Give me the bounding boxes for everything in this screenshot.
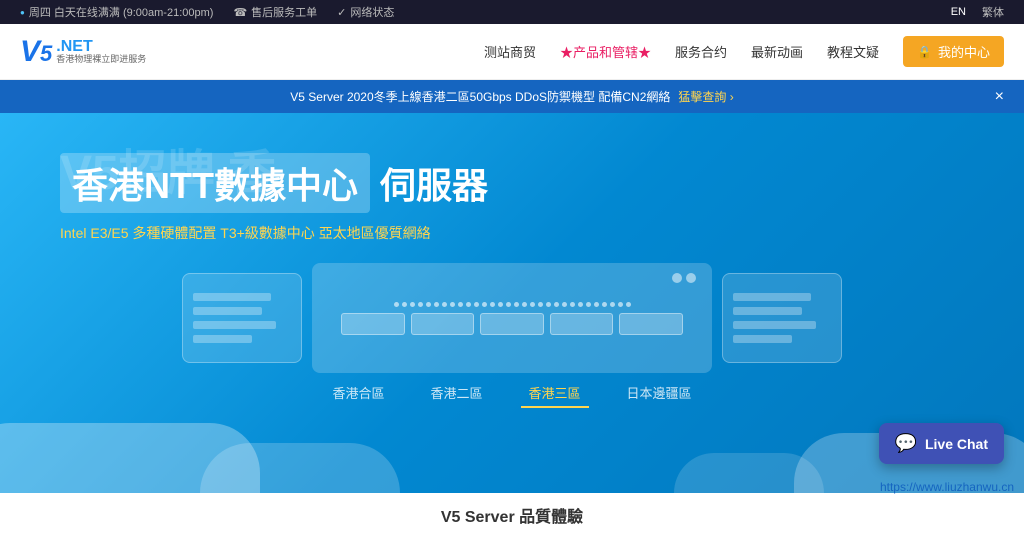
cloud-2 <box>200 443 400 493</box>
top-bar: ● 周四 白天在线满满 (9:00am-21:00pm) ☎ 售后服务工单 ✓ … <box>0 0 1024 24</box>
live-chat-label: Live Chat <box>925 436 988 452</box>
hero-title-highlighted: 香港NTT數據中心 <box>60 153 370 213</box>
nav-tutorials[interactable]: 教程文疑 <box>827 42 879 61</box>
hero-subtitle-text: Intel E3/E5 多種硬體配置 T3+級數據中心 <box>60 225 315 241</box>
lock-icon: 🔒 <box>917 45 932 59</box>
topbar-network: ✓ 网络状态 <box>337 4 394 20</box>
server-main-inner <box>312 263 712 373</box>
server-right <box>722 273 842 363</box>
live-chat-button[interactable]: 💬 Live Chat <box>879 423 1004 464</box>
header: V5 .NET 香港物理裸立即进服务 测站商贸 ★产品和管辖★ 服务合约 最新动… <box>0 24 1024 80</box>
cloud-decoration <box>0 413 1024 493</box>
hero-title-main: 伺服器 <box>380 157 488 209</box>
topbar-support: ☎ 售后服务工单 <box>233 4 317 20</box>
nav-news[interactable]: 最新动画 <box>751 42 803 61</box>
announcement-link[interactable]: 猛擊查詢 › <box>678 88 733 105</box>
server-left-inner <box>183 274 301 362</box>
tab-japan[interactable]: 日本邊疆區 <box>619 379 700 408</box>
hero-subtitle: Intel E3/E5 多種硬體配置 T3+級數據中心 亞太地區優質網絡 <box>60 223 964 243</box>
cloud-4 <box>674 453 824 493</box>
logo-sub: 香港物理裸立即进服务 <box>56 52 146 65</box>
main-nav: 测站商贸 ★产品和管辖★ 服务合约 最新动画 教程文疑 🔒 我的中心 <box>484 36 1004 67</box>
nav-contract[interactable]: 服务合约 <box>675 42 727 61</box>
lang-zh[interactable]: 繁体 <box>982 4 1004 20</box>
phone-icon: ☎ <box>233 6 247 19</box>
server-visual <box>60 263 964 373</box>
announcement-text: V5 Server 2020冬季上線香港二區50Gbps DDoS防禦機型 配備… <box>290 88 670 105</box>
hero-title: 香港NTT數據中心 伺服器 <box>60 153 964 213</box>
server-main <box>312 263 712 373</box>
topbar-online-status: ● 周四 白天在线满满 (9:00am-21:00pm) <box>20 4 213 20</box>
logo-text-wrap: .NET 香港物理裸立即进服务 <box>56 38 146 65</box>
tab-hk3[interactable]: 香港三區 <box>521 379 589 408</box>
topbar-lang-switch: EN 繁体 <box>951 4 1004 20</box>
server-left <box>182 273 302 363</box>
server-dots <box>341 302 683 307</box>
section-title: V5 Server 品質體驗 <box>441 509 583 526</box>
wifi-icon: ● <box>20 8 25 17</box>
server-slots <box>341 313 683 335</box>
tab-hk2[interactable]: 香港二區 <box>422 379 490 408</box>
tab-hk1[interactable]: 香港合區 <box>324 379 392 408</box>
announcement-close[interactable]: × <box>995 88 1004 106</box>
server-right-inner <box>723 274 841 362</box>
topbar-online-text: 周四 白天在线满满 (9:00am-21:00pm) <box>29 4 214 20</box>
chat-icon: 💬 <box>895 433 917 454</box>
topbar-support-text: 售后服务工单 <box>251 4 317 20</box>
footer-link[interactable]: https://www.liuzhanwu.cn <box>880 480 1014 494</box>
announcement-bar: V5 Server 2020冬季上線香港二區50Gbps DDoS防禦機型 配備… <box>0 80 1024 113</box>
nav-shop[interactable]: 测站商贸 <box>484 42 536 61</box>
account-label: 我的中心 <box>938 42 990 61</box>
nav-products[interactable]: ★产品和管辖★ <box>560 42 651 61</box>
hero-section: V5招牌 香 香港NTT數據中心 伺服器 Intel E3/E5 多種硬體配置 … <box>0 113 1024 493</box>
hero-subtitle-link[interactable]: 亞太地區優質網絡 <box>319 225 431 241</box>
server-indicators <box>672 273 696 283</box>
logo: V5 .NET 香港物理裸立即进服务 <box>20 37 146 67</box>
account-button[interactable]: 🔒 我的中心 <box>903 36 1004 67</box>
logo-v5-text: V5 <box>20 37 52 67</box>
topbar-network-text: 网络状态 <box>350 4 394 20</box>
lang-en[interactable]: EN <box>951 6 966 18</box>
product-tabs: 香港合區 香港二區 香港三區 日本邊疆區 <box>0 379 1024 408</box>
check-icon: ✓ <box>337 6 346 19</box>
